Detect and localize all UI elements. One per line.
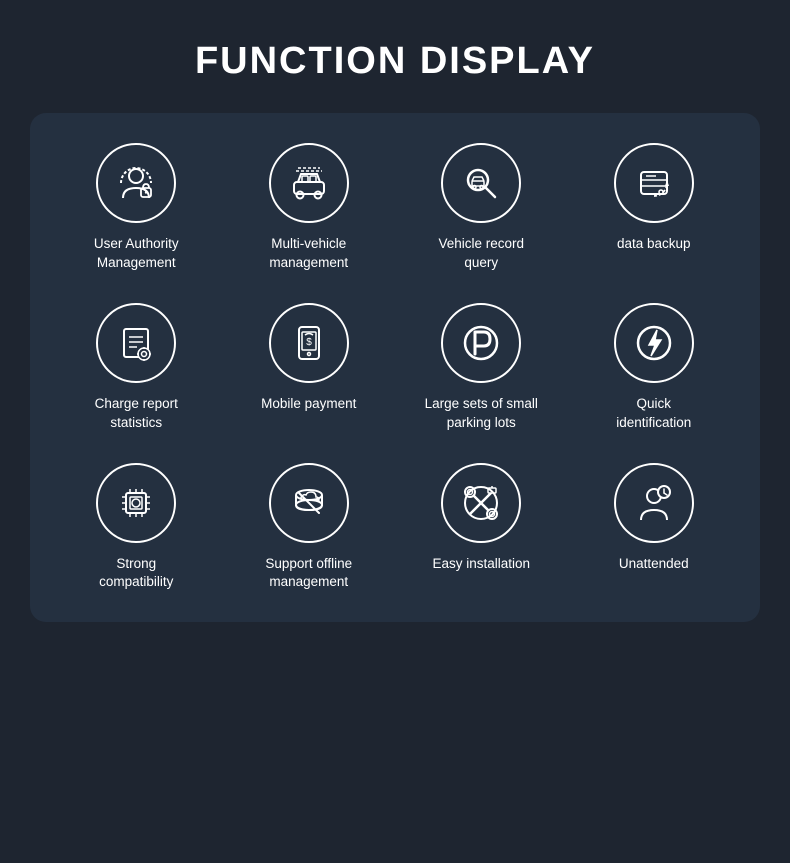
feature-user-authority: User AuthorityManagement: [50, 143, 223, 273]
feature-label-user-authority: User AuthorityManagement: [94, 235, 179, 273]
charge-report-icon-circle: [96, 303, 176, 383]
feature-unattended: Unattended: [568, 463, 741, 593]
feature-label-mobile-payment: Mobile payment: [261, 395, 356, 414]
feature-label-quick-identification: Quickidentification: [616, 395, 691, 433]
strong-compatibility-icon-circle: [96, 463, 176, 543]
data-backup-icon: [631, 160, 677, 206]
charge-report-icon: [113, 320, 159, 366]
vehicle-record-icon-circle: [441, 143, 521, 223]
feature-label-offline-management: Support offlinemanagement: [265, 555, 352, 593]
feature-charge-report: Charge reportstatistics: [50, 303, 223, 433]
parking-lots-icon-circle: [441, 303, 521, 383]
multi-vehicle-icon-circle: [269, 143, 349, 223]
parking-lots-icon: [458, 320, 504, 366]
multi-vehicle-icon: [286, 160, 332, 206]
unattended-icon-circle: [614, 463, 694, 543]
feature-strong-compatibility: Strongcompatibility: [50, 463, 223, 593]
data-backup-icon-circle: [614, 143, 694, 223]
features-card: User AuthorityManagement Multi-vehiclema…: [30, 113, 760, 622]
feature-multi-vehicle: Multi-vehiclemanagement: [223, 143, 396, 273]
offline-management-icon: [286, 480, 332, 526]
feature-label-strong-compatibility: Strongcompatibility: [99, 555, 173, 593]
vehicle-record-icon: [458, 160, 504, 206]
feature-parking-lots: Large sets of smallparking lots: [395, 303, 568, 433]
feature-label-charge-report: Charge reportstatistics: [95, 395, 178, 433]
offline-management-icon-circle: [269, 463, 349, 543]
feature-label-easy-installation: Easy installation: [432, 555, 530, 574]
easy-installation-icon-circle: [441, 463, 521, 543]
feature-quick-identification: Quickidentification: [568, 303, 741, 433]
feature-label-vehicle-record: Vehicle recordquery: [438, 235, 524, 273]
feature-offline-management: Support offlinemanagement: [223, 463, 396, 593]
user-authority-icon-circle: [96, 143, 176, 223]
feature-easy-installation: Easy installation: [395, 463, 568, 593]
feature-vehicle-record: Vehicle recordquery: [395, 143, 568, 273]
quick-identification-icon-circle: [614, 303, 694, 383]
easy-installation-icon: [458, 480, 504, 526]
svg-text:$: $: [306, 337, 312, 348]
mobile-payment-icon-circle: $: [269, 303, 349, 383]
quick-identification-icon: [631, 320, 677, 366]
page-title: FUNCTION DISPLAY: [195, 40, 595, 83]
mobile-payment-icon: $: [286, 320, 332, 366]
feature-label-data-backup: data backup: [617, 235, 691, 254]
strong-compatibility-icon: [113, 480, 159, 526]
feature-mobile-payment: $ Mobile payment: [223, 303, 396, 433]
unattended-icon: [631, 480, 677, 526]
feature-label-unattended: Unattended: [619, 555, 689, 574]
feature-data-backup: data backup: [568, 143, 741, 273]
feature-label-multi-vehicle: Multi-vehiclemanagement: [269, 235, 348, 273]
feature-label-parking-lots: Large sets of smallparking lots: [425, 395, 538, 433]
user-authority-icon: [113, 160, 159, 206]
